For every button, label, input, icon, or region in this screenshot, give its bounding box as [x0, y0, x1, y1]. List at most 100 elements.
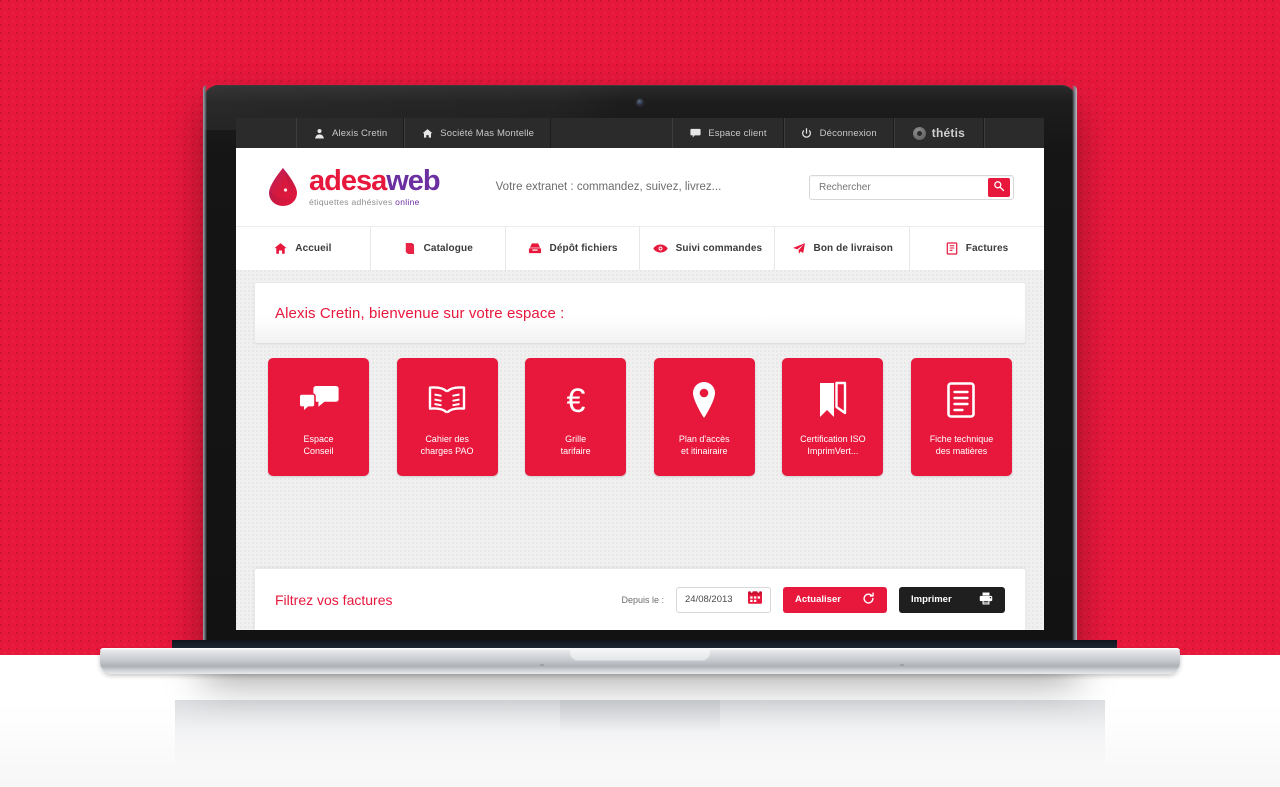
- nav-label: Dépôt fichiers: [549, 243, 618, 254]
- topbar-logout[interactable]: Déconnexion: [783, 118, 894, 148]
- laptop-base: [100, 640, 1180, 674]
- laptop-foot-left: [540, 664, 544, 666]
- utility-topbar: Alexis Cretin Société Mas Montelle Espac…: [236, 118, 1044, 148]
- nav-item-depot-fichiers[interactable]: Dépôt fichiers: [505, 227, 641, 270]
- nav-label: Bon de livraison: [813, 243, 893, 254]
- header-tagline: Votre extranet : commandez, suivez, livr…: [495, 181, 722, 193]
- nav-label: Factures: [965, 243, 1009, 254]
- user-icon: [313, 127, 325, 139]
- vendor-name: thétis: [931, 126, 965, 140]
- nav-item-accueil[interactable]: Accueil: [236, 227, 371, 270]
- site-header: adesaweb étiquettes adhésives online Vot…: [236, 148, 1044, 226]
- tile-label-line2: et itinairaire: [681, 446, 728, 456]
- search-input[interactable]: [810, 181, 988, 193]
- topbar-client-area-label: Espace client: [708, 127, 767, 139]
- search-box: [809, 174, 1014, 200]
- logo-tagline: étiquettes adhésives online: [309, 198, 440, 207]
- tile-label-line2: charges PAO: [420, 446, 474, 456]
- logo-adesa: adesa: [309, 165, 387, 198]
- tile-espace-conseil[interactable]: Espace Conseil: [268, 358, 369, 476]
- logo-web: web: [386, 165, 440, 198]
- logo-main-text: adesaweb: [309, 165, 441, 198]
- tile-label: Plan d'accès et itinairaire: [673, 433, 736, 457]
- logo-wordmark: adesaweb étiquettes adhésives online: [309, 165, 441, 207]
- laptop-lid: Alexis Cretin Société Mas Montelle Espac…: [203, 85, 1077, 665]
- shortcut-tiles: Espace Conseil Cahier des charges PAO € …: [254, 344, 1026, 492]
- book-icon: [403, 242, 416, 255]
- power-icon: [801, 127, 813, 139]
- main-navigation: Accueil Catalogue Dépôt fichiers Suivi c…: [236, 226, 1044, 270]
- tile-label-line2: des matières: [935, 446, 988, 456]
- home-icon: [421, 127, 433, 139]
- vendor-logo[interactable]: thétis: [893, 118, 984, 148]
- nav-label: Catalogue: [423, 243, 473, 254]
- document-lines-icon: [946, 377, 976, 423]
- refresh-button-label: Actualiser: [795, 594, 841, 605]
- droplet-icon: [266, 166, 300, 208]
- date-field: [676, 586, 771, 613]
- site-logo[interactable]: adesaweb étiquettes adhésives online: [266, 165, 441, 208]
- filter-controls: Depuis le : 24/08/2013 Actualiser Imprim…: [621, 586, 1005, 613]
- laptop-base-notch: [570, 648, 710, 661]
- calendar-icon[interactable]: [747, 589, 763, 610]
- nav-item-catalogue[interactable]: Catalogue: [370, 227, 506, 270]
- tile-cahier-des-charges-pao[interactable]: Cahier des charges PAO: [396, 358, 498, 476]
- topbar-logout-label: Déconnexion: [819, 127, 877, 139]
- laptop-screen: Alexis Cretin Société Mas Montelle Espac…: [236, 118, 1044, 630]
- tile-label-line1: Fiche technique: [929, 434, 994, 444]
- topbar-right-group: Espace client Déconnexion thétis: [672, 118, 1044, 148]
- tile-grille-tarifaire[interactable]: € Grille tarifaire: [525, 358, 627, 476]
- tile-plan-dacces[interactable]: Plan d'accès et itinairaire: [653, 358, 755, 476]
- lid-edge-left: [203, 85, 207, 665]
- date-label: Depuis le :: [621, 594, 664, 605]
- webcam-icon: [636, 99, 644, 106]
- refresh-icon: [862, 591, 875, 608]
- tile-label: Cahier des charges PAO: [415, 433, 480, 457]
- search-icon: [993, 180, 1005, 195]
- lid-edge-right: [1072, 85, 1077, 665]
- topbar-company-label: Société Mas Montelle: [440, 127, 535, 139]
- tile-label-line1: Cahier des: [425, 434, 469, 444]
- screen-icon: [689, 127, 701, 139]
- printer-icon: [979, 592, 993, 608]
- svg-text:€: €: [566, 382, 585, 419]
- topbar-client-area[interactable]: Espace client: [672, 118, 784, 148]
- thetis-logo-icon: [912, 126, 926, 140]
- welcome-message: Alexis Cretin, bienvenue sur votre espac…: [275, 304, 565, 322]
- search-button[interactable]: [988, 177, 1010, 197]
- topbar-left-spacer: [236, 118, 296, 148]
- bookmark-ribbon-icon: [817, 377, 849, 423]
- upload-box-icon: [528, 242, 542, 255]
- topbar-company[interactable]: Société Mas Montelle: [404, 118, 552, 148]
- refresh-button[interactable]: Actualiser: [783, 586, 887, 613]
- tile-label: Fiche technique des matières: [924, 433, 1000, 457]
- tile-label: Espace Conseil: [297, 433, 339, 457]
- date-input[interactable]: [685, 594, 747, 605]
- topbar-user[interactable]: Alexis Cretin: [296, 118, 405, 148]
- paper-plane-icon: [792, 242, 806, 255]
- topbar-right-spacer: [984, 118, 1044, 148]
- eye-icon: [652, 243, 668, 254]
- tile-label: Grille tarifaire: [555, 433, 597, 457]
- nav-item-factures[interactable]: Factures: [910, 227, 1044, 270]
- tile-certification-iso[interactable]: Certification ISO ImprimVert...: [782, 358, 884, 476]
- nav-item-suivi-commandes[interactable]: Suivi commandes: [640, 227, 776, 270]
- logo-tagline-grey: étiquettes adhésives: [309, 197, 396, 208]
- laptop-foot-right: [900, 664, 904, 666]
- open-book-icon: [427, 377, 467, 423]
- topbar-user-label: Alexis Cretin: [332, 127, 388, 139]
- tile-label-line2: tarifaire: [560, 446, 591, 456]
- tile-fiche-technique[interactable]: Fiche technique des matières: [910, 358, 1012, 476]
- nav-label: Suivi commandes: [675, 243, 763, 254]
- print-button-label: Imprimer: [911, 594, 952, 605]
- print-button[interactable]: Imprimer: [899, 586, 1005, 613]
- home-icon: [274, 242, 287, 255]
- laptop-mockup: Alexis Cretin Société Mas Montelle Espac…: [203, 85, 1077, 665]
- web-page: Alexis Cretin Société Mas Montelle Espac…: [236, 118, 1044, 630]
- invoice-icon: [946, 242, 958, 255]
- tile-label-line1: Certification ISO: [800, 434, 866, 444]
- euro-icon: €: [559, 377, 593, 423]
- nav-item-bon-de-livraison[interactable]: Bon de livraison: [775, 227, 911, 270]
- invoice-filter-bar: Filtrez vos factures Depuis le : 24/08/2…: [254, 568, 1026, 630]
- tile-label-line2: ImprimVert...: [807, 446, 859, 456]
